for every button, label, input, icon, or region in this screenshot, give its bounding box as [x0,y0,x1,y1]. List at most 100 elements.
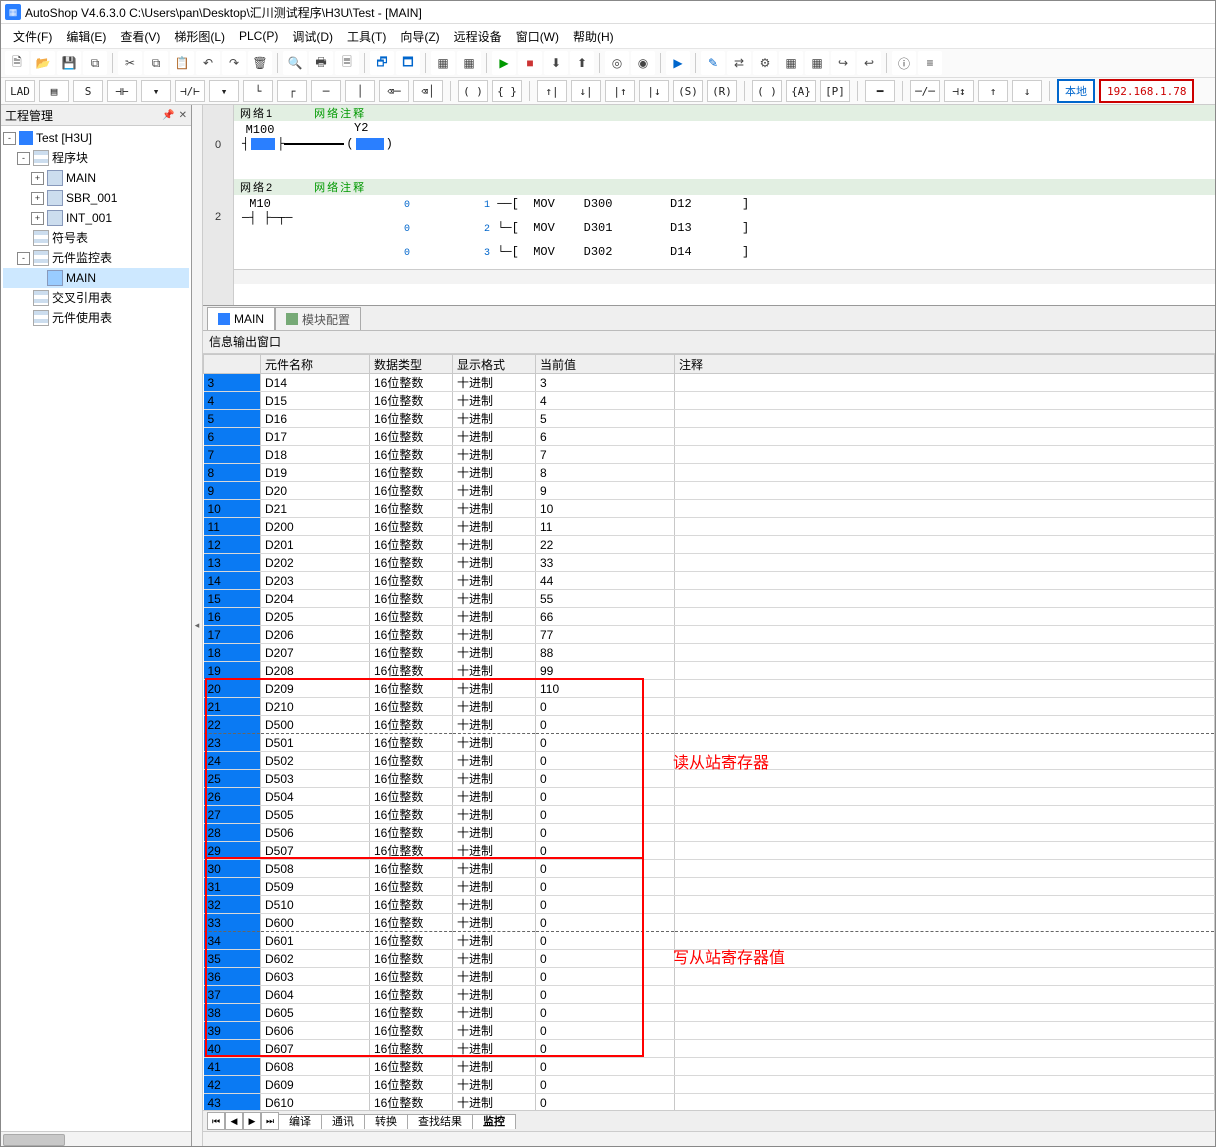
table-row[interactable]: 8D1916位整数十进制8 [204,464,1215,482]
tab-nav-last-icon[interactable]: ⏭ [261,1112,279,1130]
func-icon[interactable]: { } [492,80,522,102]
copy-icon[interactable]: ⧉ [144,51,168,75]
run-icon[interactable]: ▶ [492,51,516,75]
rise-icon[interactable]: ↑| [537,80,567,102]
table-row[interactable]: 30D50816位整数十进制0 [204,860,1215,878]
down-icon[interactable]: ↓ [1012,80,1042,102]
not-icon[interactable]: ─/─ [910,80,940,102]
table-row[interactable]: 38D60516位整数十进制0 [204,1004,1215,1022]
project-tree[interactable]: -Test [H3U] -程序块 +MAIN +SBR_001 +INT_001… [1,126,191,1131]
coil-icon[interactable]: ( ) [458,80,488,102]
table-row[interactable]: 24D50216位整数十进制0 [204,752,1215,770]
table-row[interactable]: 18D20716位整数十进制88 [204,644,1215,662]
table-row[interactable]: 41D60816位整数十进制0 [204,1058,1215,1076]
redo-icon[interactable]: ↷ [222,51,246,75]
window-tile-icon[interactable]: 🗖 [396,51,420,75]
table-row[interactable]: 29D50716位整数十进制0 [204,842,1215,860]
tab-module-config[interactable]: 模块配置 [275,307,361,330]
upload-icon[interactable]: ⬆ [570,51,594,75]
line-icon[interactable]: ━ [865,80,895,102]
tab-nav-prev-icon[interactable]: ◀ [225,1112,243,1130]
table-row[interactable]: 4D1516位整数十进制4 [204,392,1215,410]
table-row[interactable]: 39D60616位整数十进制0 [204,1022,1215,1040]
menu-item[interactable]: 向导(Z) [394,26,445,47]
menu-item[interactable]: 编辑(E) [60,26,112,47]
menu-item[interactable]: 梯形图(L) [168,26,231,47]
table-row[interactable]: 15D20416位整数十进制55 [204,590,1215,608]
del-hline-icon[interactable]: ⌫─ [379,80,409,102]
table-row[interactable]: 14D20316位整数十进制44 [204,572,1215,590]
table-row[interactable]: 3D1416位整数十进制3 [204,374,1215,392]
reset-icon[interactable]: (R) [707,80,737,102]
set-icon[interactable]: (S) [673,80,703,102]
menu-item[interactable]: 窗口(W) [510,26,565,47]
search-icon[interactable]: 🔍 [283,51,307,75]
menu-item[interactable]: 工具(T) [341,26,392,47]
monitor-table-pane[interactable]: 元件名称数据类型显示格式当前值注释 3D1416位整数十进制34D1516位整数… [203,354,1215,1110]
edit-icon[interactable]: ✎ [701,51,725,75]
del-vline-icon[interactable]: ⌫│ [413,80,443,102]
table-row[interactable]: 26D50416位整数十进制0 [204,788,1215,806]
info-icon[interactable]: ⓘ [892,51,916,75]
column-header[interactable] [204,355,261,374]
table-row[interactable]: 6D1716位整数十进制6 [204,428,1215,446]
ip-address[interactable]: 192.168.1.78 [1099,79,1194,103]
bottom-tab[interactable]: 转换 [364,1114,408,1129]
tab-main[interactable]: MAIN [207,307,275,330]
import-icon[interactable]: ↩ [857,51,881,75]
compare-icon[interactable]: ⇄ [727,51,751,75]
menu-item[interactable]: 查看(V) [114,26,166,47]
delete-icon[interactable]: 🗑 [248,51,272,75]
flag-icon[interactable]: ▶ [666,51,690,75]
tool3-icon[interactable]: ▦ [805,51,829,75]
contact-no-icon[interactable]: ⊣⊢ [107,80,137,102]
tab-nav-next-icon[interactable]: ▶ [243,1112,261,1130]
branch-down-icon[interactable]: └ [243,80,273,102]
save-icon[interactable]: 💾 [57,51,81,75]
inv-icon[interactable]: ⊣↕ [944,80,974,102]
column-header[interactable]: 显示格式 [453,355,536,374]
table-row[interactable]: 35D60216位整数十进制0 [204,950,1215,968]
print-icon[interactable]: 🖶 [309,51,333,75]
menu-item[interactable]: 调试(D) [286,26,339,47]
ladder-scrollbar[interactable] [234,269,1215,284]
bottom-tab[interactable]: 编译 [278,1114,322,1129]
table-row[interactable]: 13D20216位整数十进制33 [204,554,1215,572]
table-row[interactable]: 11D20016位整数十进制11 [204,518,1215,536]
paren-icon[interactable]: ( ) [752,80,782,102]
table-row[interactable]: 34D60116位整数十进制0 [204,932,1215,950]
paste-icon[interactable]: 📋 [170,51,194,75]
table-row[interactable]: 32D51016位整数十进制0 [204,896,1215,914]
column-header[interactable]: 注释 [675,355,1215,374]
tool1-icon[interactable]: ⚙ [753,51,777,75]
up-icon[interactable]: ↑ [978,80,1008,102]
fall-icon[interactable]: ↓| [571,80,601,102]
fall2-icon[interactable]: |↓ [639,80,669,102]
sidebar-scrollbar[interactable] [1,1131,191,1146]
table-row[interactable]: 36D60316位整数十进制0 [204,968,1215,986]
table-row[interactable]: 17D20616位整数十进制77 [204,626,1215,644]
table-row[interactable]: 25D50316位整数十进制0 [204,770,1215,788]
download-icon[interactable]: ⬇ [544,51,568,75]
table-row[interactable]: 40D60716位整数十进制0 [204,1040,1215,1058]
table-row[interactable]: 28D50616位整数十进制0 [204,824,1215,842]
bottom-tab[interactable]: 监控 [472,1114,516,1129]
table-row[interactable]: 20D20916位整数十进制110 [204,680,1215,698]
dropdown-icon[interactable]: ▾ [141,80,171,102]
new-file-icon[interactable]: 🗎 [5,51,29,75]
rise2-icon[interactable]: |↑ [605,80,635,102]
undo-icon[interactable]: ↶ [196,51,220,75]
stop-icon[interactable]: ■ [518,51,542,75]
table-row[interactable]: 23D50116位整数十进制0 [204,734,1215,752]
table-row[interactable]: 22D50016位整数十进制0 [204,716,1215,734]
monitor-stop-icon[interactable]: ◉ [631,51,655,75]
compile-icon[interactable]: ▦ [431,51,455,75]
contact-nc-icon[interactable]: ⊣/⊢ [175,80,205,102]
sidebar-collapse-handle[interactable]: ◂ [192,105,203,1146]
open-icon[interactable]: 📂 [31,51,55,75]
menu-item[interactable]: PLC(P) [233,27,284,45]
table-row[interactable]: 19D20816位整数十进制99 [204,662,1215,680]
menu-item[interactable]: 文件(F) [7,26,58,47]
s-mode-button[interactable]: S [73,80,103,102]
column-header[interactable]: 元件名称 [261,355,370,374]
